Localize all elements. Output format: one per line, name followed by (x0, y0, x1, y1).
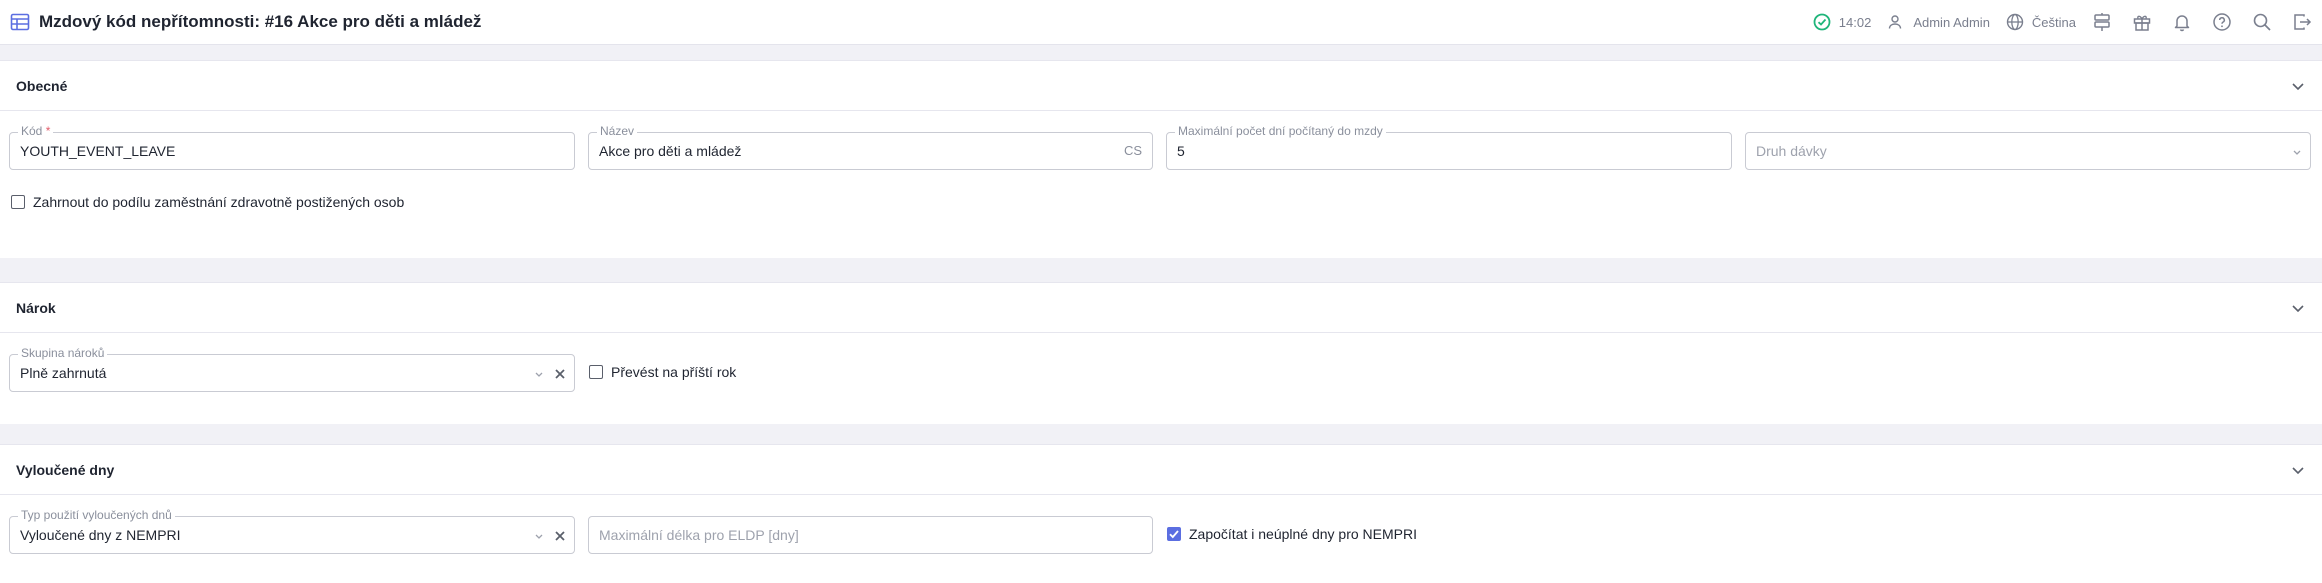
section-general-header[interactable]: Obecné (0, 61, 2322, 111)
checkmark-icon (1168, 529, 1179, 538)
sync-status: 14:02 (1813, 13, 1872, 31)
section-entitlement-header[interactable]: Nárok (0, 283, 2322, 333)
search-icon[interactable] (2242, 2, 2282, 42)
chevron-down-icon (532, 367, 546, 381)
usage-type-select[interactable]: Typ použití vyloučených dnů Vyloučené dn… (9, 508, 575, 554)
max-length-placeholder: Maximální délka pro ELDP [dny] (599, 527, 799, 543)
language-label: Čeština (2031, 14, 2076, 30)
section-excluded-header[interactable]: Vyloučené dny (0, 445, 2322, 495)
include-disabled-label: Zahrnout do podílu zaměstnání zdravotně … (33, 194, 405, 210)
user-icon (1887, 14, 1903, 30)
section-general: Obecné Kód * YOUTH_EVENT_LEAVE Název Akc… (0, 60, 2322, 258)
chevron-down-icon (532, 529, 546, 543)
check-circle-icon (1813, 13, 1831, 31)
code-value: YOUTH_EVENT_LEAVE (20, 143, 176, 159)
signpost-icon[interactable] (2082, 2, 2122, 42)
logout-icon[interactable] (2282, 2, 2322, 42)
usage-type-label: Typ použití vyloučených dnů (18, 508, 175, 522)
name-value: Akce pro děti a mládež (599, 143, 742, 159)
max-days-label: Maximální počet dní počítaný do mzdy (1175, 124, 1386, 138)
bell-icon[interactable] (2162, 2, 2202, 42)
include-disabled-checkbox[interactable]: Zahrnout do podílu zaměstnání zdravotně … (11, 194, 404, 210)
table-icon[interactable] (10, 12, 30, 32)
transfer-checkbox[interactable]: Převést na příští rok (589, 364, 736, 380)
language-suffix[interactable]: CS (1124, 143, 1142, 158)
benefit-type-select[interactable]: Druh dávky (1745, 132, 2311, 170)
checkbox-box[interactable] (589, 365, 603, 379)
chevron-down-icon[interactable] (2290, 462, 2306, 478)
benefit-type-placeholder: Druh dávky (1756, 143, 1827, 159)
gift-icon[interactable] (2122, 2, 2162, 42)
section-excluded: Vyloučené dny Typ použití vyloučených dn… (0, 444, 2322, 583)
help-icon[interactable] (2202, 2, 2242, 42)
count-partial-label: Započítat i neúplné dny pro NEMPRI (1189, 526, 1418, 542)
max-length-field[interactable]: Maximální délka pro ELDP [dny] (588, 516, 1153, 554)
checkbox-box[interactable] (11, 195, 25, 209)
usage-type-value: Vyloučené dny z NEMPRI (20, 527, 181, 543)
max-days-field[interactable]: Maximální počet dní počítaný do mzdy 5 (1166, 124, 1732, 170)
count-partial-checkbox[interactable]: Započítat i neúplné dny pro NEMPRI (1167, 526, 1417, 542)
page-title: Mzdový kód nepřítomnosti: #16 Akce pro d… (39, 12, 482, 31)
section-entitlement: Nárok Skupina nároků Plně zahrnutá Převé… (0, 282, 2322, 424)
chevron-down-icon[interactable] (2290, 78, 2306, 94)
user-name: Admin Admin (1913, 14, 1990, 30)
section-title: Vyloučené dny (16, 461, 115, 478)
globe-icon (2006, 13, 2024, 31)
chevron-down-icon[interactable] (2290, 300, 2306, 316)
entitlement-group-select[interactable]: Skupina nároků Plně zahrnutá (9, 346, 575, 392)
section-title: Obecné (16, 77, 68, 94)
chevron-down-icon (2290, 145, 2304, 159)
entitlement-group-label: Skupina nároků (18, 346, 108, 360)
checkbox-box[interactable] (1167, 527, 1181, 541)
section-title: Nárok (16, 299, 56, 316)
close-icon[interactable] (552, 528, 568, 544)
close-icon[interactable] (552, 366, 568, 382)
entitlement-group-value: Plně zahrnutá (20, 365, 107, 381)
user-menu[interactable]: Admin Admin (1887, 14, 1990, 30)
name-field[interactable]: Název Akce pro děti a mládež CS (588, 124, 1153, 170)
name-label: Název (597, 124, 638, 138)
language-selector[interactable]: Čeština (2006, 13, 2076, 31)
clock-time: 14:02 (1838, 14, 1872, 30)
code-label: Kód * (18, 124, 54, 138)
top-bar: Mzdový kód nepřítomnosti: #16 Akce pro d… (0, 0, 2322, 45)
max-days-value: 5 (1177, 143, 1185, 159)
code-field[interactable]: Kód * YOUTH_EVENT_LEAVE (9, 124, 575, 170)
transfer-label: Převést na příští rok (611, 364, 737, 380)
